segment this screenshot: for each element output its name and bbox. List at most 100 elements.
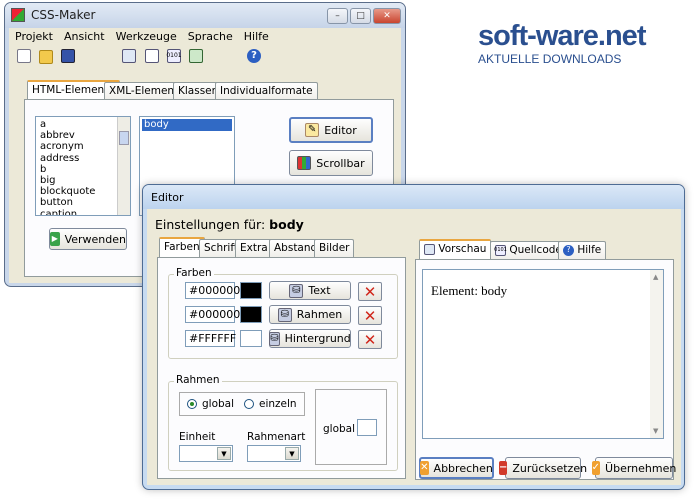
tab-source-code[interactable]: 0101 Quellcode xyxy=(490,241,567,259)
reset-button-label: Zurücksetzen xyxy=(512,461,588,475)
image-tool-icon[interactable] xyxy=(122,49,136,63)
background-color-button-label: Hintergrund xyxy=(284,332,351,345)
cancel-icon: ✕ xyxy=(420,461,429,475)
menu-projekt[interactable]: Projekt xyxy=(15,30,53,46)
toolbar: 0101 ? xyxy=(15,47,395,67)
export-icon[interactable] xyxy=(189,49,203,63)
watermark-brand: soft-ware.net xyxy=(478,20,646,52)
preview-pane[interactable]: Element: body ▲ ▼ xyxy=(422,269,664,439)
settings-element-name: body xyxy=(269,217,304,232)
maximize-button[interactable]: □ xyxy=(350,8,371,24)
list-item-selected[interactable]: body xyxy=(142,119,232,131)
editor-button-label: Editor xyxy=(324,123,357,137)
close-button[interactable]: ✕ xyxy=(373,8,401,24)
main-titlebar[interactable]: CSS-Maker – □ ✕ xyxy=(5,3,405,28)
border-color-field[interactable]: #000000 xyxy=(185,306,240,323)
background-color-field[interactable]: #FFFFFF xyxy=(185,330,236,347)
help-icon: ? xyxy=(563,244,574,256)
text-color-button-label: Text xyxy=(308,284,331,297)
settings-heading: Einstellungen für: body xyxy=(155,217,304,232)
text-color-button[interactable]: ⛁ Text xyxy=(269,281,351,300)
reset-button[interactable]: − Zurücksetzen xyxy=(498,457,587,479)
list-item[interactable]: blockquote xyxy=(40,186,95,197)
tab-bilder[interactable]: Bilder xyxy=(314,239,355,257)
tab-individual-formats[interactable]: Individualformate xyxy=(215,82,318,100)
tab-preview[interactable]: Vorschau xyxy=(419,239,492,259)
list-item[interactable]: b xyxy=(40,164,95,175)
list-item[interactable]: abbrev xyxy=(40,130,95,141)
editor-window-title: Editor xyxy=(151,191,184,204)
menu-hilfe[interactable]: Hilfe xyxy=(244,30,269,46)
editor-titlebar[interactable]: Editor xyxy=(143,185,684,209)
menu-werkzeuge[interactable]: Werkzeuge xyxy=(116,30,177,46)
border-group-label: Rahmen xyxy=(174,374,222,386)
reset-icon: − xyxy=(498,461,508,475)
apply-button[interactable]: ✓ Übernehmen xyxy=(591,457,677,479)
chevron-down-icon: ▼ xyxy=(217,447,231,460)
border-color-button[interactable]: ⛁ Rahmen xyxy=(269,305,351,324)
html-elements-list[interactable]: a abbrev acronym address b big blockquot… xyxy=(35,116,131,216)
list-item[interactable]: a xyxy=(40,119,95,130)
pencil-icon: ✎ xyxy=(305,123,320,137)
scrollbar-icon xyxy=(297,156,312,170)
clear-text-color-button[interactable]: ✕ xyxy=(358,282,382,301)
paint-bucket-icon: ⛁ xyxy=(269,331,280,346)
unit-select[interactable]: ▼ xyxy=(179,445,233,462)
play-icon: ▶ xyxy=(50,232,60,246)
watermark-tagline: AKTUELLE DOWNLOADS xyxy=(478,52,622,66)
main-window-title: CSS-Maker xyxy=(31,8,96,22)
save-icon[interactable] xyxy=(61,49,75,63)
list-item[interactable]: caption xyxy=(40,209,95,215)
background-color-button[interactable]: ⛁ Hintergrund xyxy=(269,329,351,348)
border-color-button-label: Rahmen xyxy=(296,308,343,321)
border-type-label: Rahmenart xyxy=(247,431,306,443)
copy-icon[interactable] xyxy=(145,49,159,63)
menu-ansicht[interactable]: Ansicht xyxy=(64,30,105,46)
scrollbar-button-label: Scrollbar xyxy=(316,156,365,170)
clear-border-color-button[interactable]: ✕ xyxy=(358,306,382,325)
open-folder-icon[interactable] xyxy=(39,50,53,64)
apply-button-label: Übernehmen xyxy=(605,461,677,475)
tab-farben[interactable]: Farben xyxy=(159,237,205,257)
border-color-swatch xyxy=(240,306,262,323)
list-item[interactable]: big xyxy=(40,175,95,186)
scrollbar-button[interactable]: Scrollbar xyxy=(289,150,373,176)
radio-global[interactable] xyxy=(187,399,197,409)
list-item[interactable]: button xyxy=(40,197,95,208)
menubar: Projekt Ansicht Werkzeuge Sprache Hilfe xyxy=(15,30,269,46)
use-button[interactable]: ▶ Verwenden xyxy=(49,228,127,250)
app-icon xyxy=(11,8,25,22)
preview-text: Element: body xyxy=(431,283,508,298)
tab-extra[interactable]: Extra xyxy=(235,239,273,257)
unit-label: Einheit xyxy=(179,431,216,443)
border-type-select[interactable]: ▼ xyxy=(247,445,301,462)
menu-sprache[interactable]: Sprache xyxy=(188,30,233,46)
editor-button[interactable]: ✎ Editor xyxy=(289,117,373,143)
editor-window: Editor Einstellungen für: body Farben Sc… xyxy=(142,184,685,490)
radio-single[interactable] xyxy=(244,399,254,409)
chevron-down-icon: ▼ xyxy=(285,447,299,460)
clear-background-color-button[interactable]: ✕ xyxy=(358,330,382,349)
minimize-button[interactable]: – xyxy=(327,8,348,24)
paint-bucket-icon: ⛁ xyxy=(289,283,304,298)
help-icon[interactable]: ? xyxy=(247,49,261,63)
colors-group-label: Farben xyxy=(174,267,214,279)
code-icon[interactable]: 0101 xyxy=(166,49,182,63)
global-border-swatch[interactable] xyxy=(357,419,377,436)
background-color-swatch xyxy=(240,330,262,347)
checkmark-icon: ✓ xyxy=(591,461,601,475)
code-icon: 0101 xyxy=(494,244,507,256)
radio-single-label: einzeln xyxy=(259,398,297,410)
text-color-field[interactable]: #000000 xyxy=(185,282,240,299)
text-color-swatch xyxy=(240,282,262,299)
preview-scrollbar[interactable]: ▲ ▼ xyxy=(650,270,663,438)
list-item[interactable]: address xyxy=(40,153,95,164)
radio-global-label: global xyxy=(202,398,235,410)
list-item[interactable]: acronym xyxy=(40,141,95,152)
use-button-label: Verwenden xyxy=(64,232,126,246)
preview-icon xyxy=(424,243,435,255)
cancel-button[interactable]: ✕ Abbrechen xyxy=(419,457,494,479)
tab-help[interactable]: ? Hilfe xyxy=(558,241,607,259)
list-scrollbar[interactable] xyxy=(117,117,130,215)
new-file-icon[interactable] xyxy=(17,49,31,63)
